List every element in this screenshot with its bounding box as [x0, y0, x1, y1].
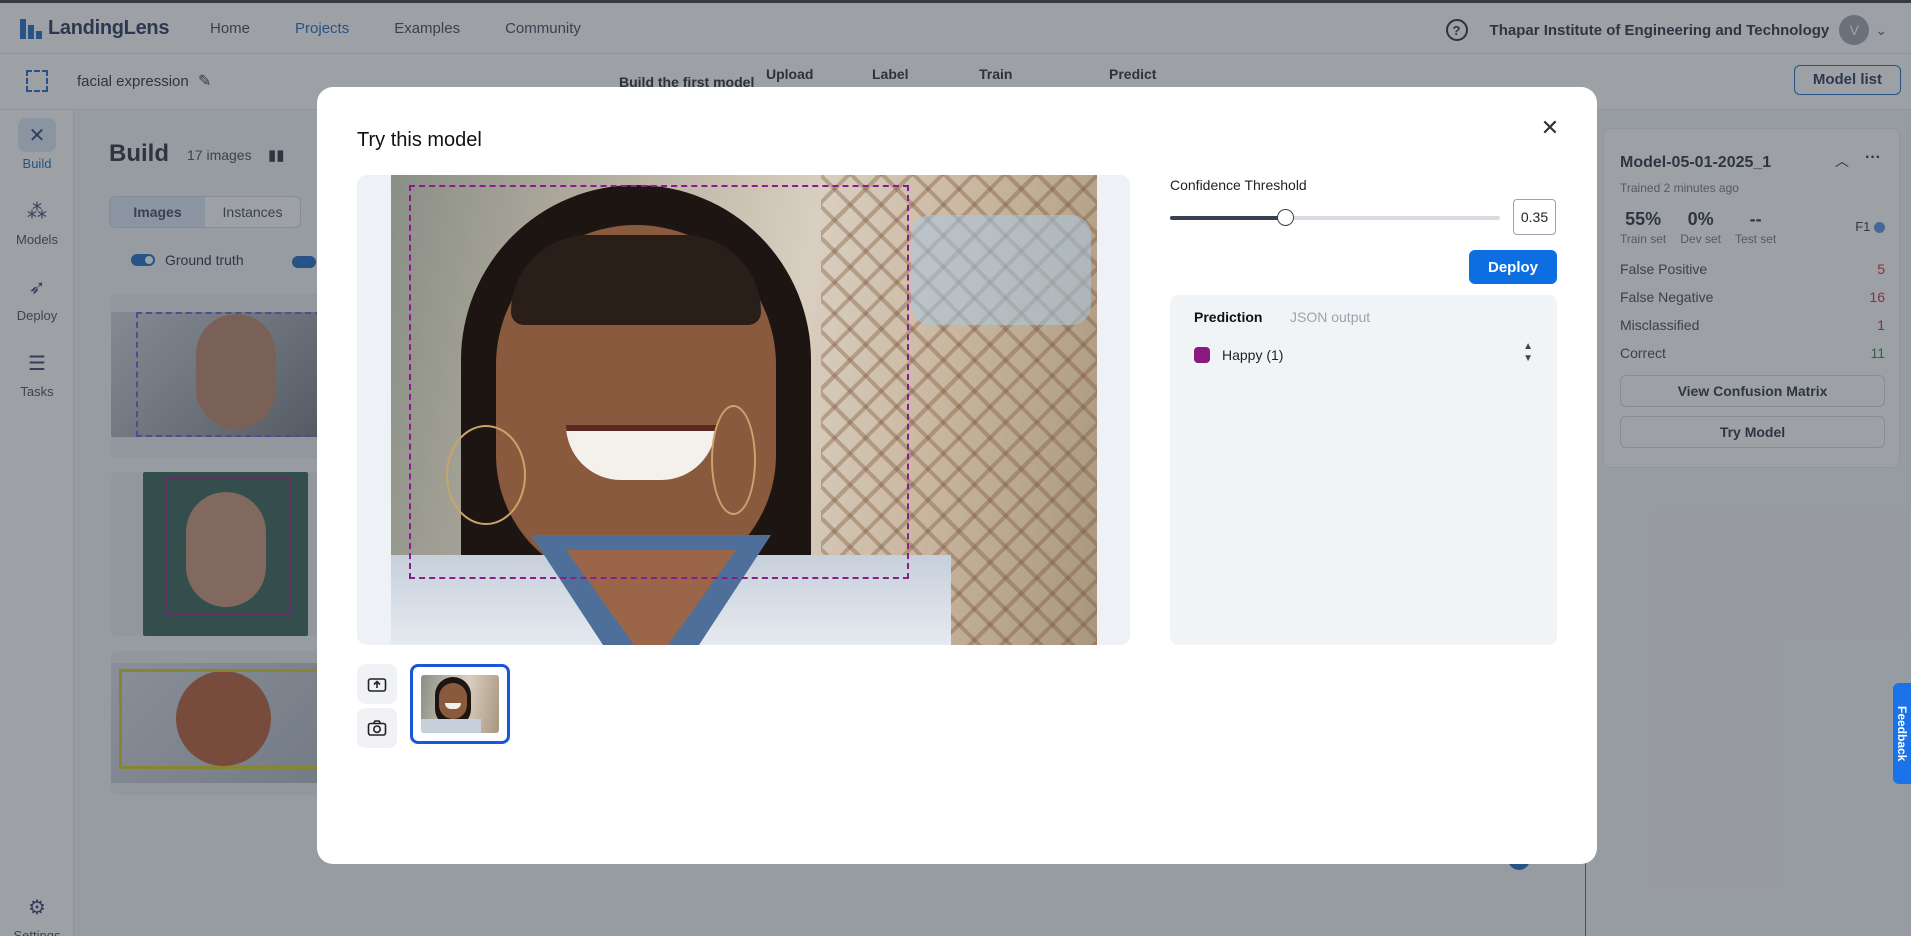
image-thumbnail-selected[interactable]	[410, 664, 510, 744]
slider-fill	[1170, 216, 1285, 220]
tab-json-output[interactable]: JSON output	[1290, 309, 1370, 325]
slider-handle[interactable]	[1277, 209, 1294, 226]
prediction-item: Happy (1)	[1194, 347, 1283, 363]
deploy-button[interactable]: Deploy	[1469, 250, 1557, 284]
confidence-threshold-label: Confidence Threshold	[1170, 177, 1307, 193]
upload-image-button[interactable]	[357, 664, 397, 704]
sort-stepper[interactable]: ▲ ▼	[1523, 341, 1533, 365]
prediction-panel: Prediction JSON output Happy (1) ▲ ▼	[1170, 295, 1557, 645]
confidence-input[interactable]: 0.35	[1513, 199, 1556, 235]
close-icon[interactable]: ✕	[1539, 117, 1561, 139]
camera-button[interactable]	[357, 708, 397, 748]
dialog-title: Try this model	[357, 129, 482, 151]
class-color-swatch	[1194, 347, 1210, 363]
confidence-slider[interactable]	[1170, 209, 1500, 226]
preview-image	[391, 175, 1097, 645]
prediction-label: Happy (1)	[1222, 347, 1284, 363]
thumbnail-image	[421, 675, 499, 733]
prediction-bounding-box	[409, 185, 909, 579]
camera-icon	[367, 720, 387, 736]
try-model-dialog: Try this model ✕ Confidence Threshold 0.…	[317, 87, 1597, 864]
upload-icon	[367, 678, 387, 692]
image-viewer	[357, 175, 1130, 645]
tab-prediction[interactable]: Prediction	[1194, 309, 1262, 325]
feedback-tab[interactable]: Feedback	[1893, 683, 1911, 784]
